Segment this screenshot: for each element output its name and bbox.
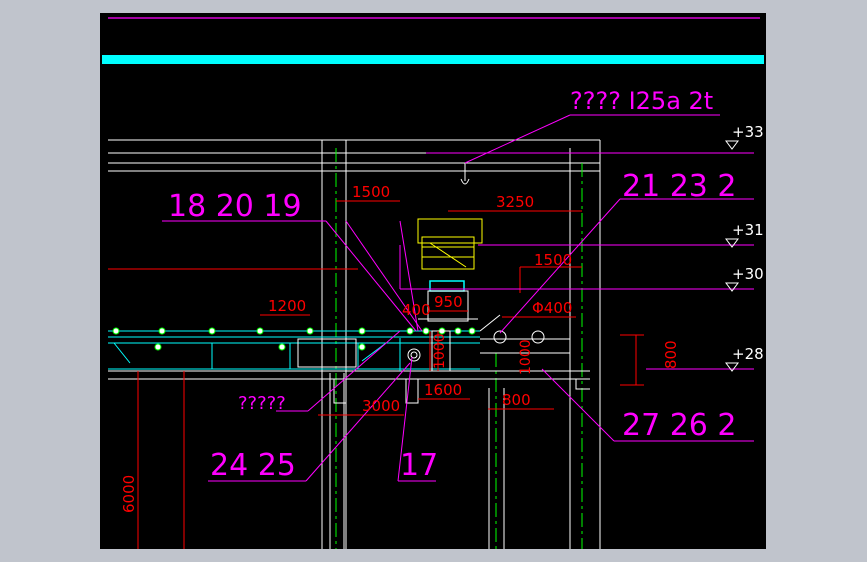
dim-1500-right: 1500 [534, 251, 572, 269]
hoist-unit [417, 218, 483, 270]
elevation-30: +30 [732, 265, 764, 283]
callout-18-20-19: 18 20 19 [168, 189, 302, 224]
dim-800-vertical: 800 [662, 340, 680, 369]
dim-3000: 3000 [362, 397, 400, 415]
dim-1000-b: 1000 [518, 339, 534, 375]
callout-27-26-2: 27 26 2 [622, 408, 737, 443]
elevation-33: +33 [732, 123, 764, 141]
dim-1600: 1600 [424, 381, 462, 399]
dim-950: 950 [434, 293, 463, 311]
cad-drawing: ???? I25a 2t 18 20 19 21 23 2 24 25 17 2… [102, 17, 764, 549]
dim-phi400: Φ400 [532, 299, 572, 317]
elevation-31: +31 [732, 221, 764, 239]
cyan-highlight-band [102, 55, 764, 64]
cad-viewport[interactable]: ???? I25a 2t 18 20 19 21 23 2 24 25 17 2… [100, 13, 766, 549]
dim-400: 400 [402, 301, 431, 319]
centerlines [335, 148, 583, 549]
callout-21-23-2: 21 23 2 [622, 169, 737, 204]
callout-24-25: 24 25 [210, 448, 296, 483]
crane-hook-icon [460, 163, 470, 185]
dim-6000: 6000 [120, 475, 138, 513]
elevation-28: +28 [732, 345, 764, 363]
conveyor-frame [108, 330, 480, 371]
unknown-label: ????? [238, 393, 286, 414]
callout-17: 17 [400, 448, 438, 483]
dim-1500-left: 1500 [352, 183, 390, 201]
dim-1000: 1000 [432, 333, 448, 369]
crane-label: ???? I25a 2t [570, 87, 713, 115]
dim-800: 800 [502, 391, 531, 409]
dim-1200: 1200 [268, 297, 306, 315]
dim-3250: 3250 [496, 193, 534, 211]
